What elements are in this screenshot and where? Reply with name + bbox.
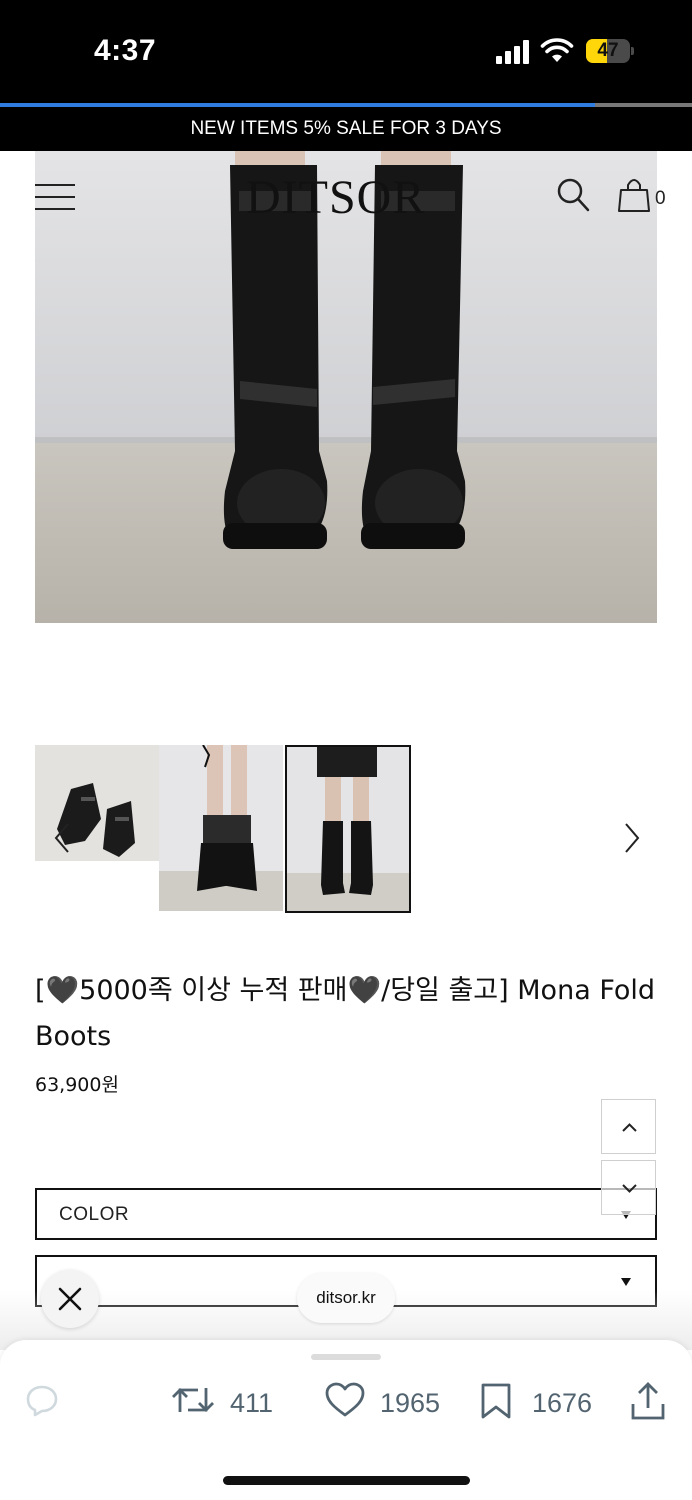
like-count: 1965 <box>380 1388 441 1418</box>
battery-icon: 47 <box>586 39 630 63</box>
chevron-down-icon <box>622 1184 637 1193</box>
reply-icon <box>26 1385 58 1417</box>
product-price: 63,900원 <box>35 1074 119 1096</box>
cart-button[interactable]: 0 <box>617 176 669 214</box>
chevron-left-icon[interactable] <box>50 820 74 856</box>
thumbnail-worn-folded-image <box>159 745 283 911</box>
thumbnail-2[interactable] <box>159 745 283 911</box>
search-icon[interactable] <box>556 177 590 213</box>
shopping-bag-icon <box>618 179 650 212</box>
sheet-grabber[interactable] <box>311 1354 381 1360</box>
close-button[interactable] <box>41 1270 99 1328</box>
color-option-label: COLOR <box>59 1204 130 1225</box>
reply-button[interactable] <box>24 1382 64 1422</box>
retweet-icon <box>172 1388 214 1412</box>
share-button[interactable] <box>628 1382 668 1422</box>
retweet-count: 411 <box>230 1388 274 1418</box>
battery-level: 47 <box>597 40 619 61</box>
cart-count: 0 <box>655 188 666 209</box>
status-bar: 4:37 47 <box>0 0 692 104</box>
url-domain-pill[interactable]: ditsor.kr <box>297 1273 395 1323</box>
thumbnail-3[interactable] <box>285 745 411 913</box>
home-indicator[interactable] <box>223 1476 470 1485</box>
heart-icon <box>325 1382 365 1417</box>
hamburger-menu-icon[interactable] <box>35 180 75 214</box>
scroll-bottom-button[interactable] <box>601 1160 656 1215</box>
close-icon <box>58 1287 82 1311</box>
dropdown-arrow-icon <box>621 1278 631 1286</box>
product-title: [🖤5000족 이상 누적 판매🖤/당일 출고] Mona Fold Boots <box>35 975 656 1052</box>
brand-logo[interactable]: DITSOR <box>246 168 446 228</box>
thumbnail-strip <box>35 745 657 913</box>
bookmark-button[interactable]: 1676 <box>478 1382 598 1422</box>
bookmark-icon <box>481 1383 511 1419</box>
battery-tip <box>631 47 634 55</box>
status-time: 4:37 <box>94 34 157 67</box>
chevron-right-icon[interactable] <box>620 820 644 856</box>
scroll-top-button[interactable] <box>601 1099 656 1154</box>
cellular-signal-icon <box>496 40 530 64</box>
chevron-up-icon <box>622 1123 637 1132</box>
social-action-sheet: 411 1965 1676 <box>0 1340 692 1500</box>
retweet-button[interactable]: 411 <box>170 1382 280 1422</box>
bookmark-count: 1676 <box>532 1388 593 1418</box>
promo-banner[interactable]: NEW ITEMS 5% SALE FOR 3 DAYS <box>0 107 692 151</box>
color-option-select[interactable]: COLOR <box>35 1188 657 1240</box>
like-button[interactable]: 1965 <box>324 1382 454 1422</box>
wifi-icon <box>540 38 574 62</box>
thumbnail-worn-full-image <box>287 747 409 911</box>
share-icon <box>631 1382 665 1420</box>
